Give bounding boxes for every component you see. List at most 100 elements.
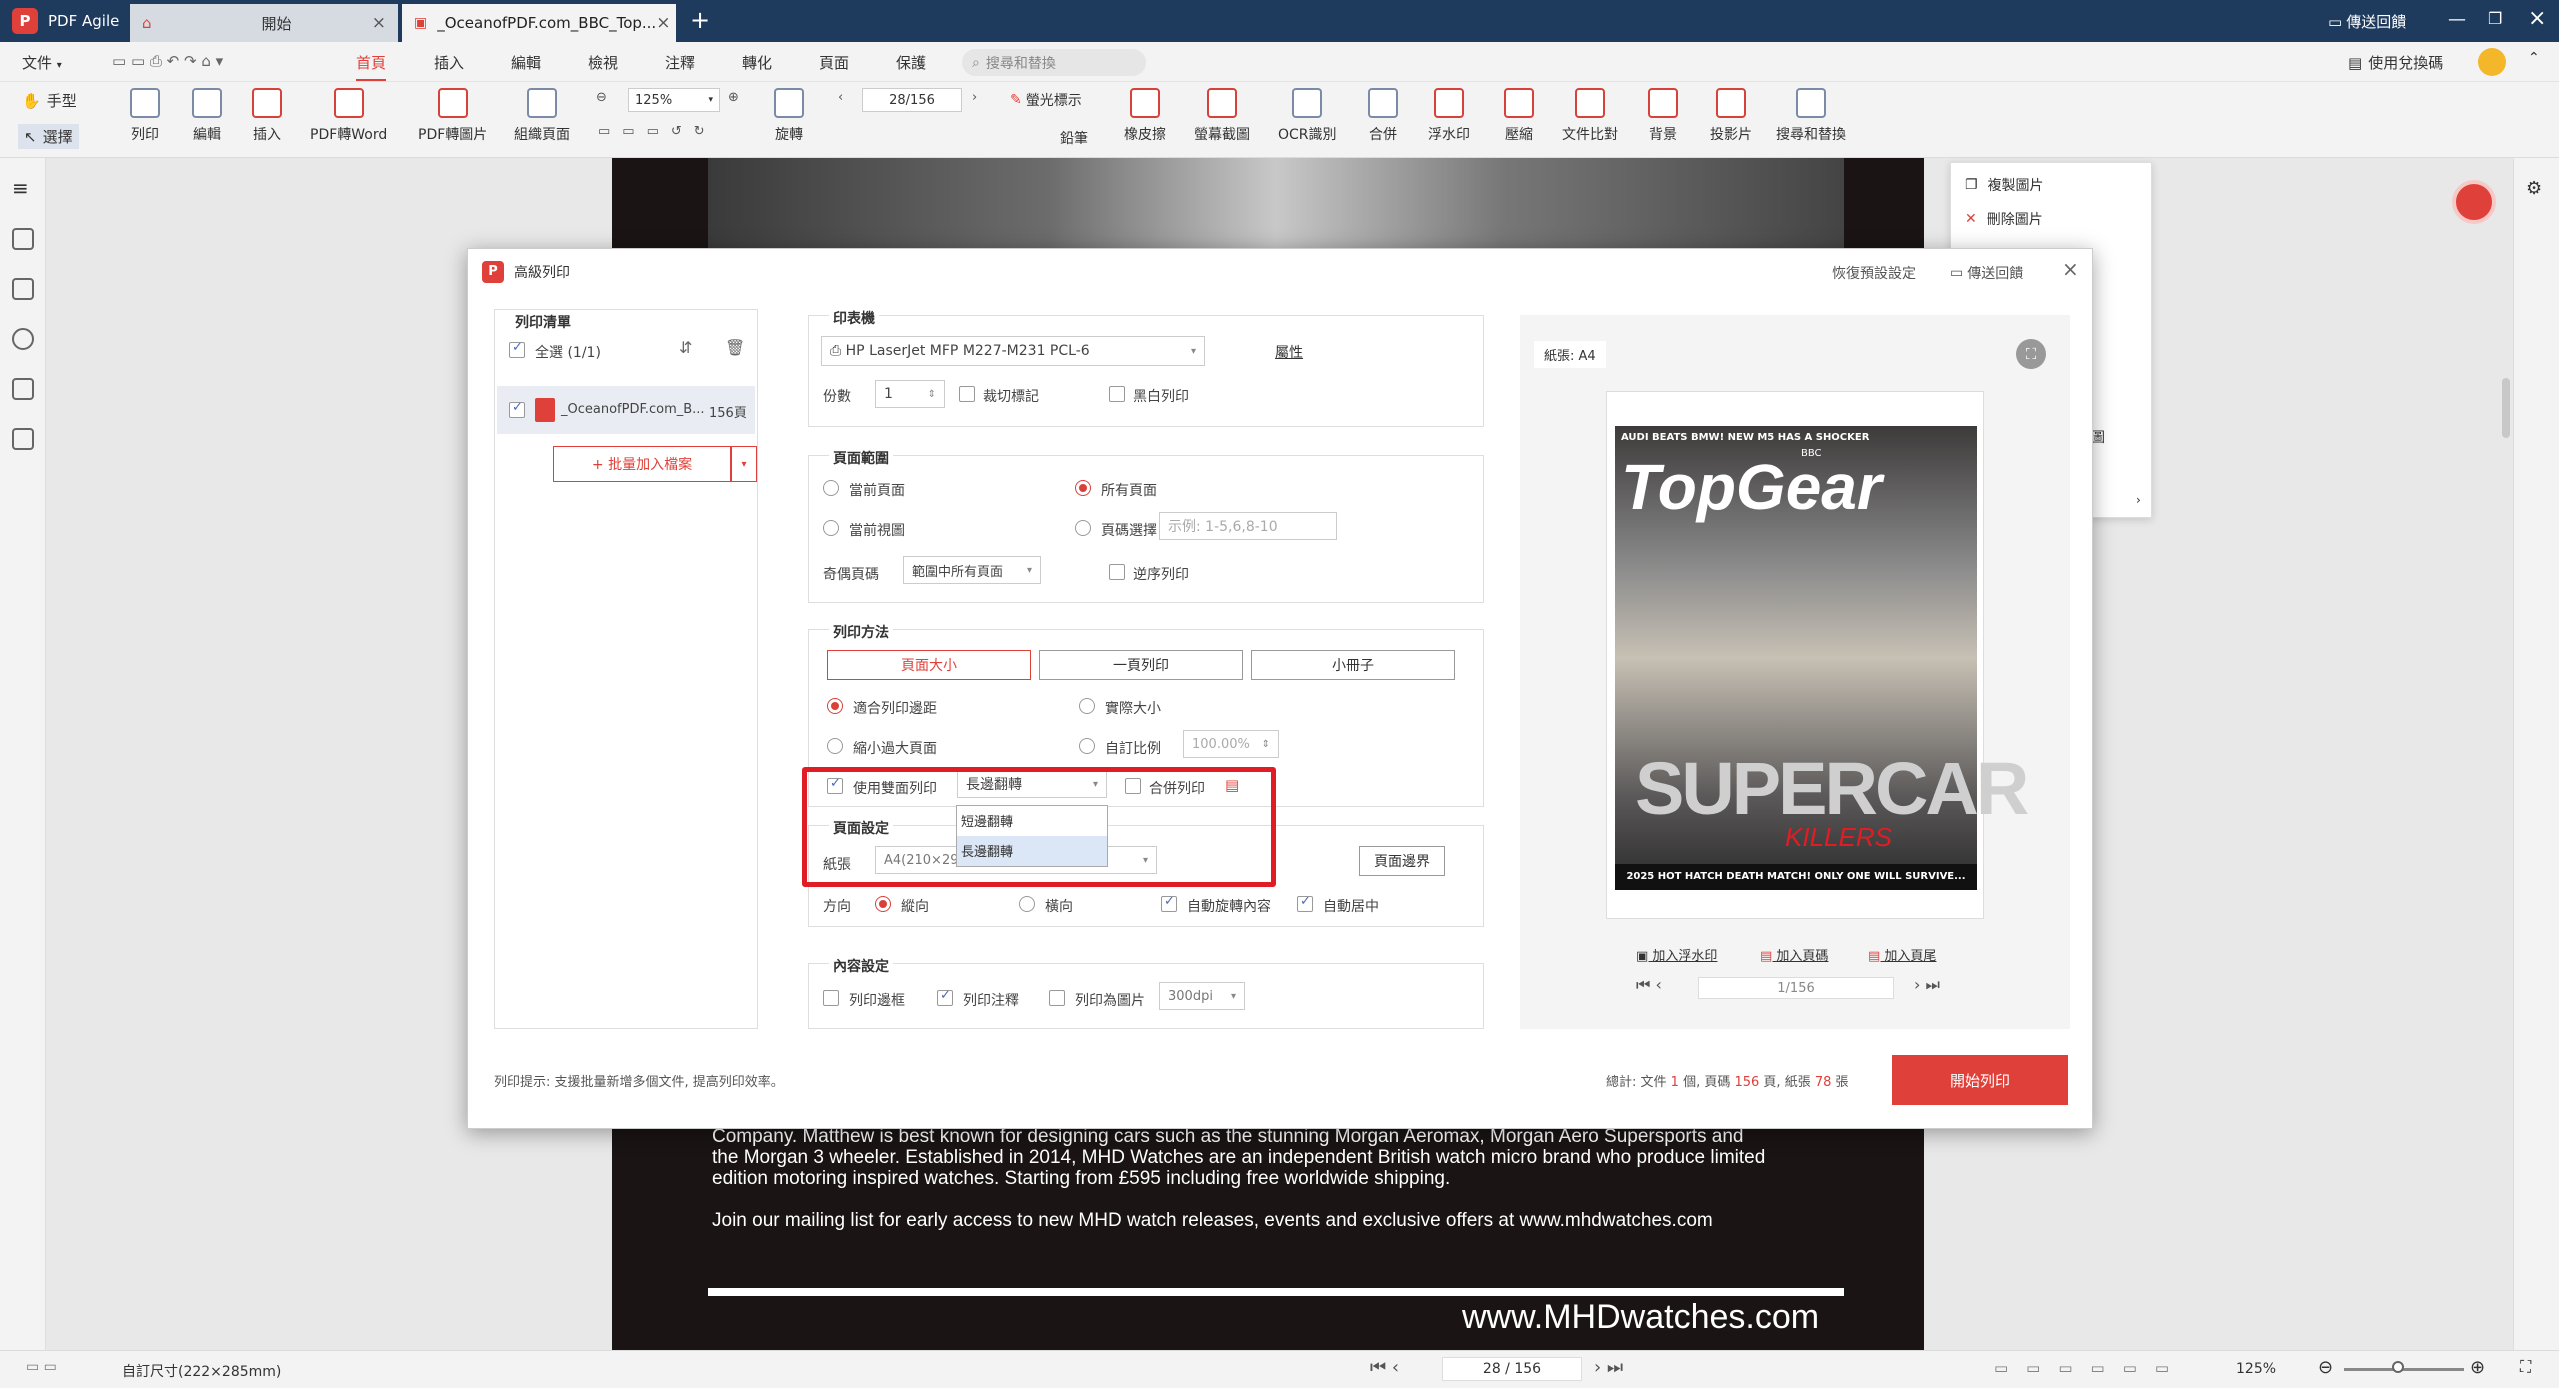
close-icon[interactable]: ×	[2062, 257, 2079, 281]
zoom-out-icon[interactable]: ⊖	[2318, 1357, 2333, 1378]
expand-icon[interactable]: ⛶	[2016, 339, 2046, 369]
organize-pages-tool[interactable]: 組織頁面	[514, 88, 570, 144]
tab-protect[interactable]: 保護	[896, 52, 926, 73]
delete-image-item[interactable]: ✕ 刪除圖片	[1965, 209, 2043, 229]
mode-booklet-button[interactable]: 小冊子	[1251, 650, 1455, 680]
thumbnails-icon[interactable]	[12, 228, 34, 250]
reset-defaults-link[interactable]: 恢復預設設定	[1832, 263, 1916, 283]
flip-option-long[interactable]: 長邊翻轉	[957, 836, 1107, 866]
fullscreen-icon[interactable]: ⛶	[2520, 1357, 2531, 1377]
odd-even-select[interactable]: 範圍中所有頁面 ▾	[903, 556, 1041, 584]
view-mode-icons[interactable]: ▭▭▭↺↻	[598, 124, 717, 139]
auto-rotate-checkbox[interactable]	[1161, 894, 1177, 912]
tab-document[interactable]: ▣ _OceanofPDF.com_BBC_Top... ×	[402, 4, 676, 42]
tab-view[interactable]: 檢視	[588, 52, 618, 73]
file-checkbox[interactable]	[509, 400, 525, 418]
select-tool[interactable]: ↖ 選擇	[18, 124, 79, 149]
zoom-in-icon[interactable]: ⊕	[2470, 1357, 2485, 1378]
first-prev-icons[interactable]: ⏮ ‹	[1370, 1357, 1399, 1378]
preview-first-prev-icons[interactable]: ⏮ ‹	[1636, 975, 1662, 995]
current-view-radio[interactable]	[823, 520, 839, 536]
avatar[interactable]	[2478, 48, 2506, 76]
rotate-tool[interactable]: 旋轉	[774, 88, 804, 144]
print-as-image-checkbox[interactable]	[1049, 990, 1065, 1006]
page-range-input[interactable]: 示例: 1-5,6,8-10	[1159, 512, 1337, 540]
add-watermark-link[interactable]: ▣ 加入浮水印	[1636, 945, 1717, 964]
properties-link[interactable]: 屬性	[1275, 342, 1303, 362]
highlight-tool[interactable]: ✎ 螢光標示	[1010, 90, 1082, 110]
preview-page-input[interactable]: 1/156	[1698, 977, 1894, 999]
compress-tool[interactable]: 壓縮	[1504, 88, 1534, 144]
compare-tool[interactable]: 文件比對	[1562, 88, 1618, 144]
search-icon[interactable]	[12, 328, 34, 350]
crop-marks-checkbox[interactable]	[959, 386, 975, 402]
preview-next-last-icons[interactable]: › ⏭	[1914, 975, 1940, 995]
current-page-radio[interactable]	[823, 480, 839, 496]
pdf-to-word-tool[interactable]: PDF轉Word	[310, 88, 387, 144]
close-icon[interactable]: ×	[656, 13, 670, 33]
scrollbar[interactable]	[2502, 378, 2510, 438]
trash-icon[interactable]: 🗑	[725, 338, 745, 357]
zoom-controls[interactable]: ⊖	[596, 90, 607, 105]
actual-size-radio[interactable]	[1079, 698, 1095, 714]
page-bounds-button[interactable]: 頁面邊界	[1359, 846, 1445, 876]
landscape-radio[interactable]	[1019, 896, 1035, 912]
signature-icon[interactable]	[12, 278, 34, 300]
select-all-checkbox[interactable]	[509, 340, 525, 358]
prev-page-icon[interactable]: ‹	[838, 90, 843, 105]
portrait-radio[interactable]	[875, 896, 891, 912]
floating-action-button[interactable]	[2452, 180, 2496, 224]
search-input[interactable]: ⌕ 搜尋和替換	[962, 49, 1146, 76]
shrink-radio[interactable]	[827, 738, 843, 754]
next-last-icons[interactable]: › ⏭	[1594, 1357, 1623, 1378]
print-annotations-checkbox[interactable]	[937, 988, 953, 1006]
reverse-checkbox[interactable]	[1109, 564, 1125, 580]
list-item[interactable]: _OceanofPDF.com_B... 156頁	[497, 386, 755, 434]
copy-image-item[interactable]: ❐ 複製圖片	[1965, 175, 2044, 195]
quick-access-icons[interactable]: ▭ ▭ ⎙ ↶ ↷ ⌂ ▾	[112, 52, 223, 70]
menu-icon[interactable]: ≡	[12, 178, 34, 200]
zoom-slider-handle[interactable]	[2392, 1361, 2404, 1373]
status-page-input[interactable]: 28 / 156	[1442, 1357, 1582, 1381]
add-header-link[interactable]: ▤ 加入頁碼	[1760, 945, 1828, 964]
print-tool[interactable]: 列印	[130, 88, 160, 144]
redeem-button[interactable]: ▤ 使用兌換碼	[2348, 52, 2443, 73]
slideshow-tool[interactable]: 投影片	[1710, 88, 1752, 144]
restore-icon[interactable]: ❐	[2488, 9, 2502, 28]
fit-margins-radio[interactable]	[827, 698, 843, 714]
copies-stepper[interactable]: 1 ⇕	[875, 380, 945, 408]
sort-icon[interactable]: ⇵	[679, 338, 692, 357]
batch-add-button[interactable]: + 批量加入檔案	[553, 446, 731, 482]
insert-tool[interactable]: 插入	[252, 88, 282, 144]
sidebar-toggle-icons[interactable]: ▭ ▭	[26, 1359, 57, 1375]
tab-insert[interactable]: 插入	[434, 52, 464, 73]
ocr-tool[interactable]: OCR識別	[1278, 88, 1337, 144]
status-zoom[interactable]: 125%	[2236, 1361, 2276, 1377]
pdf-to-image-tool[interactable]: PDF轉圖片	[418, 88, 487, 144]
next-page-icon[interactable]: ›	[972, 90, 977, 105]
settings-sliders-icon[interactable]: ⚙	[2526, 178, 2542, 199]
document-info-icon[interactable]	[12, 428, 34, 450]
file-menu[interactable]: 文件 ▾	[22, 52, 62, 73]
dpi-select[interactable]: 300dpi ▾	[1159, 982, 1245, 1010]
attachment-icon[interactable]	[12, 378, 34, 400]
bw-checkbox[interactable]	[1109, 386, 1125, 402]
page-input[interactable]: 28/156	[862, 88, 962, 112]
hand-tool[interactable]: ✋ 手型	[22, 90, 77, 111]
auto-center-checkbox[interactable]	[1297, 894, 1313, 912]
tab-edit[interactable]: 編輯	[511, 52, 541, 73]
new-tab-icon[interactable]: +	[690, 6, 710, 34]
tab-page[interactable]: 頁面	[819, 52, 849, 73]
zoom-slider[interactable]	[2344, 1368, 2464, 1371]
close-icon[interactable]: ×	[372, 13, 386, 33]
edit-tool[interactable]: 編輯	[192, 88, 222, 144]
all-pages-radio[interactable]	[1075, 480, 1091, 496]
send-feedback-button[interactable]: ▭ 傳送回饋	[2328, 11, 2406, 32]
background-tool[interactable]: 背景	[1648, 88, 1678, 144]
merge-tool[interactable]: 合併	[1368, 88, 1398, 144]
zoom-select[interactable]: 125% ▾	[628, 88, 720, 112]
mode-page-size-button[interactable]: 頁面大小	[827, 650, 1031, 680]
tab-start[interactable]: ⌂ 開始 ×	[130, 4, 398, 42]
view-layout-icons[interactable]: ▭▭▭▭▭▭	[1994, 1359, 2187, 1377]
start-print-button[interactable]: 開始列印	[1892, 1055, 2068, 1105]
